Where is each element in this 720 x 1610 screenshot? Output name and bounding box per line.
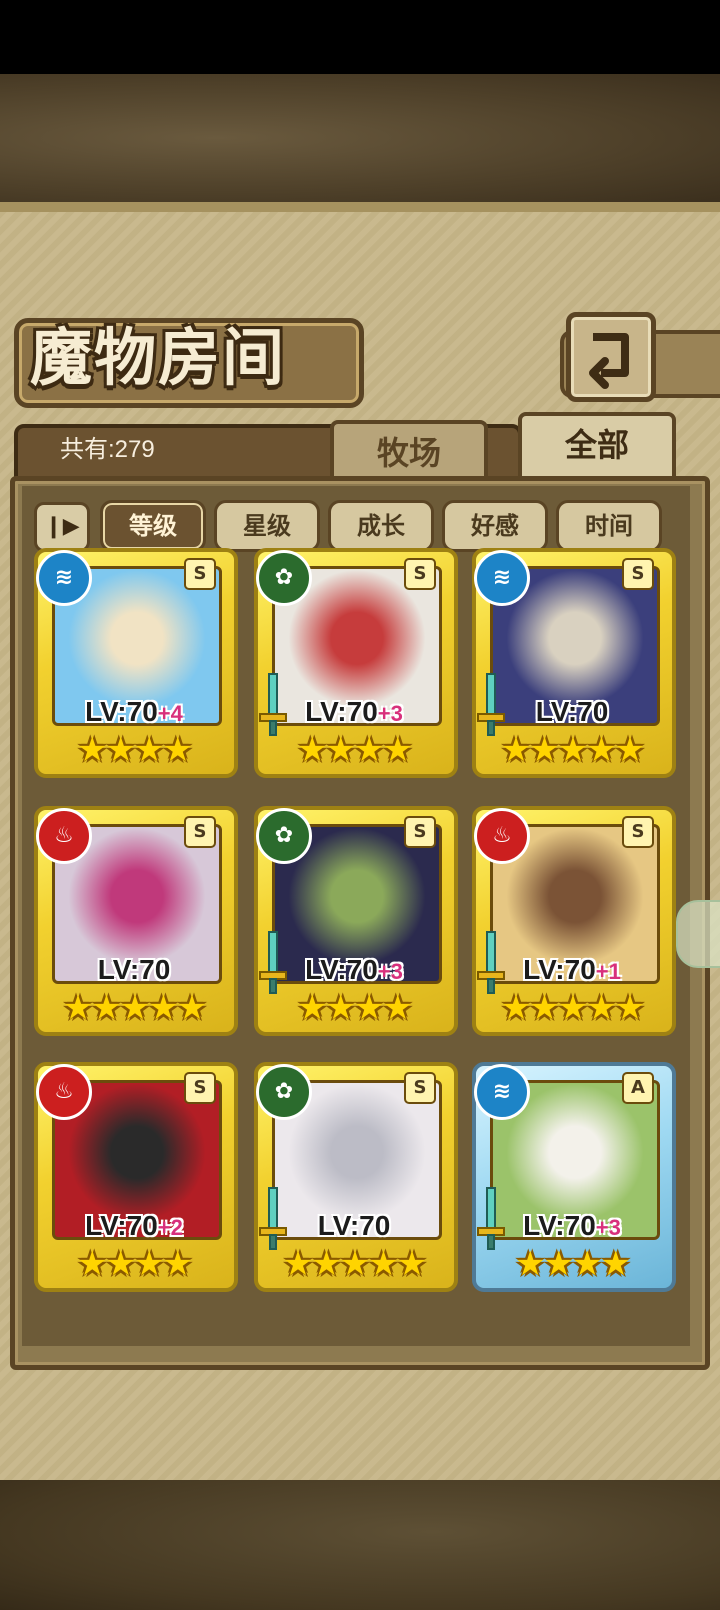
monster-card[interactable]: S ♨ LV:70 ★★★★★ xyxy=(34,806,238,1036)
level-text: LV:70 xyxy=(305,696,378,727)
monster-card[interactable]: A ≋ LV:70+3 ★★★★ xyxy=(472,1062,676,1292)
level-text: LV:70 xyxy=(523,1210,596,1241)
sort-level-button[interactable]: 等级 xyxy=(100,500,206,552)
star-rating: ★★★★ xyxy=(515,1244,631,1284)
sort-affection-button[interactable]: 好感 xyxy=(442,500,548,552)
monster-card[interactable]: S ✿ LV:70 ★★★★★ xyxy=(254,1062,458,1292)
level-text: LV:70 xyxy=(523,954,596,985)
monster-level: LV:70+1 xyxy=(472,954,672,986)
star-rating: ★★★★ xyxy=(297,730,413,770)
fire-element-icon: ♨ xyxy=(36,808,92,864)
rank-badge: A xyxy=(622,1072,654,1104)
monster-level: LV:70+3 xyxy=(472,1210,672,1242)
water-element-icon: ≋ xyxy=(474,1064,530,1120)
sort-time-button[interactable]: 时间 xyxy=(556,500,662,552)
star-rating: ★★★★★ xyxy=(500,988,645,1028)
level-plus: +2 xyxy=(157,1215,183,1240)
sort-growth-button[interactable]: 成长 xyxy=(328,500,434,552)
sort-star-button[interactable]: 星级 xyxy=(214,500,320,552)
star-rating: ★★★★★ xyxy=(500,730,645,770)
level-plus: +3 xyxy=(377,701,403,726)
monster-level: LV:70 xyxy=(472,696,672,728)
level-text: LV:70 xyxy=(535,696,609,727)
map-background-top xyxy=(0,74,720,202)
monster-level: LV:70+3 xyxy=(254,954,454,986)
monster-card[interactable]: S ♨ LV:70+2 ★★★★ xyxy=(34,1062,238,1292)
monster-count: 共有:279 xyxy=(60,436,155,463)
order-toggle-icon: ❙▶ xyxy=(44,514,80,539)
rank-badge: S xyxy=(404,816,436,848)
monster-card[interactable]: S ≋ LV:70+4 ★★★★ xyxy=(34,548,238,778)
rank-badge: S xyxy=(184,558,216,590)
fire-element-icon: ♨ xyxy=(474,808,530,864)
star-rating: ★★★★ xyxy=(77,1244,193,1284)
water-element-icon: ≋ xyxy=(36,550,92,606)
back-button[interactable] xyxy=(566,312,656,402)
star-rating: ★★★★ xyxy=(297,988,413,1028)
rank-badge: S xyxy=(622,558,654,590)
level-text: LV:70 xyxy=(305,954,378,985)
tab-all[interactable]: 全部 xyxy=(518,412,676,486)
level-plus: +3 xyxy=(595,1215,621,1240)
monster-level: LV:70+2 xyxy=(34,1210,234,1242)
water-element-icon: ≋ xyxy=(474,550,530,606)
rank-badge: S xyxy=(404,1072,436,1104)
monster-card[interactable]: S ♨ LV:70+1 ★★★★★ xyxy=(472,806,676,1036)
leaf-element-icon: ✿ xyxy=(256,550,312,606)
level-text: LV:70 xyxy=(317,1210,391,1241)
star-rating: ★★★★ xyxy=(77,730,193,770)
rank-badge: S xyxy=(622,816,654,848)
star-rating: ★★★★★ xyxy=(282,1244,427,1284)
level-plus: +1 xyxy=(595,959,621,984)
leaf-element-icon: ✿ xyxy=(256,1064,312,1120)
monster-card[interactable]: S ✿ LV:70+3 ★★★★ xyxy=(254,806,458,1036)
rank-badge: S xyxy=(184,1072,216,1104)
rank-badge: S xyxy=(404,558,436,590)
monster-card[interactable]: S ✿ LV:70+3 ★★★★ xyxy=(254,548,458,778)
monster-level: LV:70 xyxy=(34,954,234,986)
level-text: LV:70 xyxy=(85,1210,158,1241)
level-text: LV:70 xyxy=(97,954,171,985)
monster-level: LV:70+4 xyxy=(34,696,234,728)
tab-farm[interactable]: 牧场 xyxy=(330,420,488,484)
leaf-element-icon: ✿ xyxy=(256,808,312,864)
star-rating: ★★★★★ xyxy=(62,988,207,1028)
monster-card[interactable]: S ≋ LV:70 ★★★★★ xyxy=(472,548,676,778)
side-event-tab[interactable] xyxy=(676,900,720,968)
status-bar-area xyxy=(0,0,720,74)
fire-element-icon: ♨ xyxy=(36,1064,92,1120)
sort-order-toggle[interactable]: ❙▶ xyxy=(34,502,90,552)
page-title: 魔物房间 xyxy=(30,321,287,394)
level-plus: +4 xyxy=(157,701,183,726)
monster-level: LV:70 xyxy=(254,1210,454,1242)
rank-badge: S xyxy=(184,816,216,848)
return-arrow-icon xyxy=(589,333,629,389)
level-text: LV:70 xyxy=(85,696,158,727)
map-background-bottom xyxy=(0,1480,720,1610)
level-plus: +3 xyxy=(377,959,403,984)
monster-level: LV:70+3 xyxy=(254,696,454,728)
